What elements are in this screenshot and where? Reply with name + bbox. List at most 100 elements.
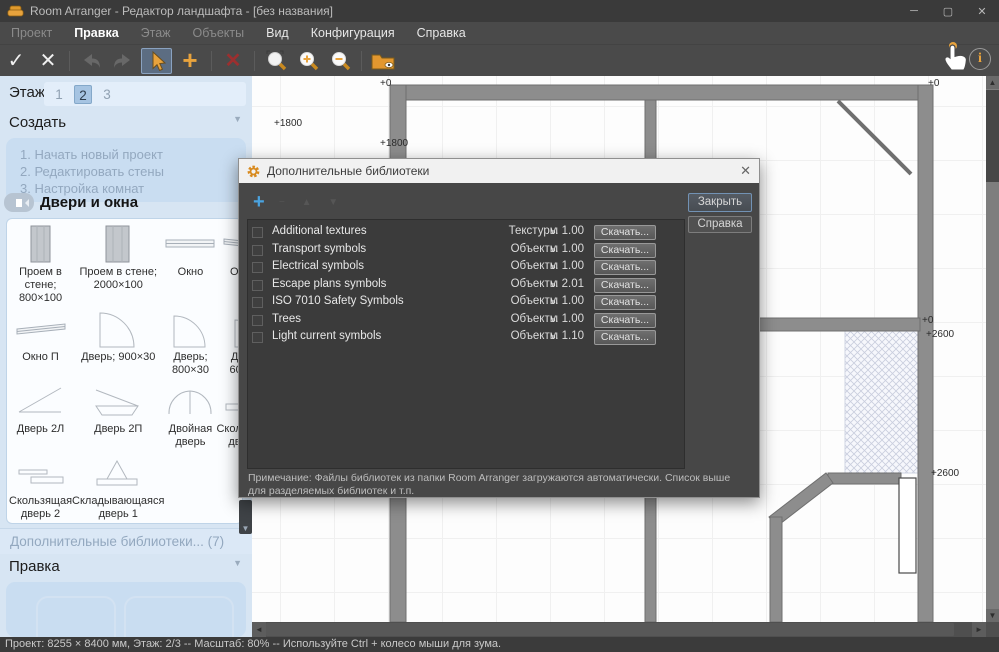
library-row[interactable]: Light current symbols Объекты v. 1.10 Ск…	[248, 329, 684, 346]
library-checkbox[interactable]	[252, 244, 263, 256]
scroll-left-icon[interactable]: ◄	[252, 622, 266, 637]
horizontal-scrollbar[interactable]: ◄ ►	[252, 622, 986, 637]
app-window: Room Arranger - Редактор ландшафта - [бе…	[0, 0, 999, 652]
info-icon[interactable]: i	[969, 48, 991, 70]
floor-selector: Этаж 1 2 3	[0, 80, 252, 108]
download-button[interactable]: Скачать...	[594, 330, 656, 345]
download-button[interactable]: Скачать...	[594, 260, 656, 275]
door-item[interactable]: Окно П	[9, 310, 72, 377]
pointer-tool-icon[interactable]	[141, 47, 172, 74]
chevron-down-icon[interactable]: ▼	[233, 114, 242, 124]
library-folder-icon[interactable]	[367, 47, 399, 75]
door-item[interactable]: Складывающаяся дверь 1	[72, 454, 164, 521]
vertical-scrollbar-thumb[interactable]	[986, 90, 999, 182]
library-name: Light current symbols	[272, 330, 382, 342]
door-item[interactable]: Окно	[164, 225, 216, 305]
undo-icon[interactable]	[75, 47, 107, 75]
scroll-right-icon[interactable]: ►	[972, 622, 986, 637]
door-2l-icon	[15, 382, 67, 420]
additional-libraries-link[interactable]: Дополнительные библиотеки... (7)	[0, 528, 252, 554]
sliding-door-icon	[15, 454, 67, 492]
library-checkbox[interactable]	[252, 314, 263, 326]
download-button[interactable]: Скачать...	[594, 277, 656, 293]
title-bar[interactable]: Room Arranger - Редактор ландшафта - [бе…	[0, 0, 999, 22]
dimension-marker: +2600	[926, 329, 955, 340]
download-button[interactable]: Скачать...	[594, 312, 656, 328]
dialog-close-button[interactable]: Закрыть	[688, 193, 752, 212]
cancel-icon[interactable]: ✕	[32, 47, 64, 75]
door-item[interactable]: Дверь; 800×30	[164, 310, 216, 377]
library-row[interactable]: ISO 7010 Safety Symbols Объекты v. 1.00 …	[248, 294, 684, 311]
double-door-icon	[164, 382, 216, 420]
floor-tab-3[interactable]: 3	[98, 85, 116, 104]
minimize-button[interactable]: ─	[897, 0, 931, 22]
horizontal-scrollbar-thumb[interactable]	[266, 623, 954, 636]
delete-icon[interactable]: ✕	[217, 47, 249, 75]
menu-config[interactable]: Конфигурация	[300, 22, 406, 45]
library-row[interactable]: Trees Объекты v. 1.00 Скачать...	[248, 312, 684, 329]
library-name: Electrical symbols	[272, 260, 365, 272]
edit-section-title[interactable]: Правка	[9, 558, 60, 575]
zoom-out-icon[interactable]	[324, 47, 356, 75]
door-item[interactable]: Проем в стене; 800×100	[9, 225, 72, 305]
library-checkbox[interactable]	[252, 262, 263, 273]
library-row[interactable]: Electrical symbols Объекты v. 1.00 Скача…	[248, 259, 684, 276]
library-row[interactable]: Additional textures Текстуры v. 1.00 Ска…	[248, 224, 684, 241]
dimension-marker: +0	[922, 315, 934, 326]
confirm-icon[interactable]: ✓	[0, 47, 32, 75]
toolbar: ✓ ✕ + ✕ i	[0, 45, 999, 76]
menu-project[interactable]: Проект	[0, 22, 63, 45]
library-checkbox[interactable]	[252, 279, 263, 291]
download-button[interactable]: Скачать...	[594, 242, 656, 258]
zoom-fit-icon[interactable]	[260, 47, 292, 75]
floor-tab-2[interactable]: 2	[74, 84, 92, 104]
door-item[interactable]: Дверь 2П	[72, 382, 164, 449]
library-row[interactable]: Transport symbols Объекты v. 1.00 Скачат…	[248, 242, 684, 259]
menu-edit[interactable]: Правка	[63, 22, 129, 45]
menu-help[interactable]: Справка	[406, 22, 477, 45]
doors-section-title[interactable]: Двери и окна	[40, 194, 138, 211]
library-version: v. 1.00	[550, 260, 584, 272]
floor-tab-1[interactable]: 1	[50, 85, 68, 104]
dialog-close-icon[interactable]: ✕	[740, 159, 751, 183]
chevron-down-icon[interactable]: ▼	[233, 558, 242, 568]
create-step-1[interactable]: 1. Начать новый проект	[20, 146, 246, 163]
door-item[interactable]: Проем в стене; 2000×100	[72, 225, 164, 305]
hand-cursor	[944, 42, 968, 71]
close-button[interactable]: ✕	[965, 0, 999, 22]
door-2p-icon	[92, 382, 144, 420]
door-item[interactable]: Двойная дверь	[164, 382, 216, 449]
menu-view[interactable]: Вид	[255, 22, 300, 45]
create-section-title[interactable]: Создать	[9, 114, 66, 131]
library-checkbox[interactable]	[252, 332, 263, 343]
library-name: Trees	[272, 312, 301, 325]
add-library-icon[interactable]: +	[253, 191, 265, 214]
toolbar-separator	[254, 50, 255, 71]
download-button[interactable]: Скачать...	[594, 295, 656, 310]
add-object-icon[interactable]: +	[174, 45, 206, 75]
door-item[interactable]: Скользящая дверь 2	[9, 454, 72, 521]
maximize-button[interactable]: ▢	[931, 0, 965, 22]
toolbar-separator	[361, 50, 362, 71]
library-checkbox[interactable]	[252, 227, 263, 238]
door-item[interactable]: Дверь; 900×30	[72, 310, 164, 377]
library-row[interactable]: Escape plans symbols Объекты v. 2.01 Ска…	[248, 277, 684, 294]
edit-panel	[6, 582, 246, 637]
library-version: v. 1.00	[550, 242, 584, 255]
sidebar-scrollbar-thumb[interactable]: ▼	[239, 500, 252, 534]
door-item[interactable]: Дверь 2Л	[9, 382, 72, 449]
library-checkbox[interactable]	[252, 297, 263, 308]
create-step-2[interactable]: 2. Редактировать стены	[20, 163, 246, 180]
zoom-in-icon[interactable]	[292, 47, 324, 75]
dialog-title-bar[interactable]: Дополнительные библиотеки ✕	[239, 159, 759, 183]
gear-icon	[247, 165, 260, 177]
menu-objects[interactable]: Объекты	[182, 22, 256, 45]
vertical-scrollbar[interactable]: ▲ ▼	[986, 76, 999, 622]
dialog-help-button[interactable]: Справка	[688, 216, 752, 233]
menu-floor[interactable]: Этаж	[130, 22, 182, 45]
scroll-up-icon[interactable]: ▲	[986, 76, 999, 89]
download-button[interactable]: Скачать...	[594, 225, 656, 240]
scroll-down-icon[interactable]: ▼	[986, 609, 999, 622]
door-leaf-line	[836, 99, 913, 176]
redo-icon[interactable]	[107, 47, 139, 75]
